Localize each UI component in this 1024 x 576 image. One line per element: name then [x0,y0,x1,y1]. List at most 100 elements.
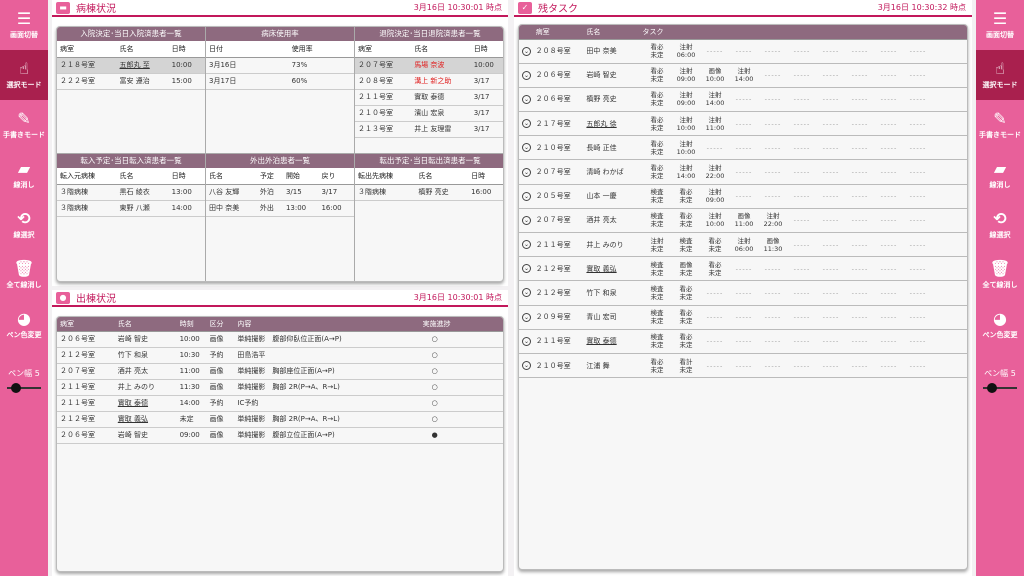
task-item[interactable]: 看必 未定 [643,358,672,374]
task-row[interactable]: ⌄ ２０７号室 酒井 亮太 検査 未定看必 未定注射 10:00画像 11:00注射 22:00… [519,208,967,234]
slider-knob[interactable] [11,383,21,393]
task-item[interactable]: 注射 22:00 [759,212,788,228]
table-row[interactable]: ３階病棟 黒石 綾衣 13:00 [57,184,205,201]
table-row[interactable]: 3月16日 73% [206,57,354,74]
task-row[interactable]: ⌄ ２０５号室 山本 一慶 検査 未定看必 未定注射 09:00 ‐‐‐‐‐ ‐‐‐‐‐ ‐‐‐‐… [519,184,967,209]
toolbar-button-palette[interactable]: ◕ ペン色変更 [0,300,48,350]
table-row[interactable]: ３階病棟 槙野 亮史 16:00 [355,184,503,201]
task-item[interactable]: 看必 未定 [643,140,672,156]
chevron-down-icon[interactable]: ⌄ [522,143,531,153]
task-item[interactable]: 看必 未定 [643,164,672,180]
task-item[interactable]: 看計 未定 [672,358,701,374]
toolbar-button-pen[interactable]: ✎ 手書きモード [0,100,48,150]
chevron-down-icon[interactable]: ⌄ [522,312,531,322]
chevron-down-icon[interactable]: ⌄ [522,167,531,177]
task-item[interactable]: 看必 未定 [672,333,701,349]
task-item[interactable]: 看必 未定 [672,212,701,228]
toolbar-button-pointer[interactable]: ☝ 選択モード [0,50,48,100]
table-row[interactable]: ２０７号室 馬場 奈波 10:00 [355,57,503,74]
task-item[interactable]: 検査 未定 [643,261,672,277]
chevron-down-icon[interactable]: ⌄ [522,70,531,80]
chevron-down-icon[interactable]: ⌄ [522,119,531,129]
task-row[interactable]: ⌄ ２１１号室 實取 泰德 検査 未定看必 未定 ‐‐‐‐‐ ‐‐‐‐‐ ‐‐‐‐‐ ‐‐‐‐‐ ‐… [519,329,967,354]
task-item[interactable]: 注射 14:00 [701,91,730,107]
toolbar-button-palette[interactable]: ◕ ペン色変更 [976,300,1024,350]
task-row[interactable]: ⌄ ２１２号室 實取 義弘 検査 未定画像 未定看必 未定 ‐‐‐‐‐ ‐‐‐‐‐ ‐‐‐‐‐ ‐‐… [519,256,967,282]
pen-width-slider[interactable] [983,383,1017,393]
task-item[interactable]: 注射 未定 [643,237,672,253]
table-row[interactable]: 田中 奈美 外出 13:00 16:00 [206,200,354,217]
table-row[interactable]: 3月17日 60% [206,73,354,90]
task-item[interactable]: 画像 11:00 [730,212,759,228]
table-row[interactable]: ２１２号室 實取 義弘 未定 画像 単純撮影 胸部 2R(P→A、R→L) ○ [57,411,503,428]
chevron-down-icon[interactable]: ⌄ [522,215,531,225]
task-item[interactable]: 看必 未定 [643,91,672,107]
task-item[interactable]: 看必 未定 [701,237,730,253]
chevron-down-icon[interactable]: ⌄ [522,336,531,346]
task-item[interactable]: 検査 未定 [643,333,672,349]
task-item[interactable]: 看必 未定 [672,188,701,204]
task-item[interactable]: 検査 未定 [643,188,672,204]
task-item[interactable]: 画像 11:30 [759,237,788,253]
table-row[interactable]: ２１１号室 井上 みのり 11:30 画像 単純撮影 胸部 2R(P→A、R→L) ○ [57,379,503,396]
table-row[interactable]: ２１３号室 井上 友理雷 3/17 [355,121,503,138]
table-row[interactable]: ２１２号室 竹下 和泉 10:30 予約 田島浩平 ○ [57,347,503,364]
task-item[interactable]: 画像 未定 [672,261,701,277]
toolbar-button-trash[interactable]: 🗑 全て線消し [0,250,48,300]
task-row[interactable]: ⌄ ２０６号室 岩崎 智史 看必 未定注射 09:00画像 10:00注射 14:00 ‐‐‐‐… [519,63,967,88]
task-item[interactable]: 注射 10:00 [672,140,701,156]
toolbar-button-menu[interactable]: ☰ 画面切替 [976,0,1024,50]
task-row[interactable]: ⌄ ２１０号室 長崎 正佳 看必 未定注射 10:00 ‐‐‐‐‐ ‐‐‐‐‐ ‐‐‐‐‐ ‐‐‐… [519,135,967,161]
task-item[interactable]: 検査 未定 [643,285,672,301]
table-row[interactable]: ２０７号室 酒井 亮太 11:00 画像 単純撮影 胸部座位正面(A→P) ○ [57,363,503,380]
chevron-down-icon[interactable]: ⌄ [522,361,531,371]
task-item[interactable]: 画像 10:00 [701,67,730,83]
task-row[interactable]: ⌄ ２１０号室 江浦 舞看必 未定看計 未定 ‐‐‐‐‐ ‐‐‐‐‐ ‐‐‐‐‐ ‐‐‐‐‐ ‐‐… [519,353,967,379]
slider-knob[interactable] [987,383,997,393]
task-item[interactable]: 注射 06:00 [730,237,759,253]
table-row[interactable]: 八谷 友輝 外泊 3/15 3/17 [206,184,354,201]
toolbar-button-menu[interactable]: ☰ 画面切替 [0,0,48,50]
task-row[interactable]: ⌄ ２１７号室 五郎丸 徐看必 未定注射 10:00注射 11:00 ‐‐‐‐‐ ‐‐‐‐‐ ‐… [519,111,967,137]
table-row[interactable]: ２１０号室 濱山 宏泉 3/17 [355,105,503,122]
task-row[interactable]: ⌄ ２１１号室 井上 みのり 注射 未定検査 未定看必 未定注射 06:00画像 11:30 ‐‐… [519,232,967,258]
task-row[interactable]: ⌄ ２０７号室 清崎 わかば 看必 未定注射 14:00注射 22:00 ‐‐‐‐‐ ‐‐‐‐‐… [519,159,967,185]
toolbar-button-lasso[interactable]: ⟲ 線選択 [0,200,48,250]
task-item[interactable]: 注射 10:00 [701,212,730,228]
table-row[interactable]: ２０６号室 岩崎 智史 10:00 画像 単純撮影 腹部仰臥位正面(A→P) ○ [57,331,503,348]
table-row[interactable]: ２０８号室 溝上 新之助 3/17 [355,73,503,90]
task-item[interactable]: 注射 22:00 [701,164,730,180]
task-item[interactable]: 注射 11:00 [701,116,730,132]
chevron-down-icon[interactable]: ⌄ [522,191,531,201]
task-item[interactable]: 検査 未定 [643,309,672,325]
table-row[interactable]: ２２２号室 富安 遵治 15:00 [57,73,205,90]
toolbar-button-trash[interactable]: 🗑 全て線消し [976,250,1024,300]
toolbar-button-eraser[interactable]: ▰ 線消し [0,150,48,200]
task-item[interactable]: 検査 未定 [672,237,701,253]
task-item[interactable]: 看必 未定 [643,116,672,132]
chevron-down-icon[interactable]: ⌄ [522,240,531,250]
task-item[interactable]: 看必 未定 [643,67,672,83]
task-row[interactable]: ⌄ ２０９号室 青山 宏司 検査 未定看必 未定 ‐‐‐‐‐ ‐‐‐‐‐ ‐‐‐‐‐ ‐‐‐‐‐ ‐… [519,305,967,330]
task-row[interactable]: ⌄ ２０８号室 田中 奈美 看必 未定注射 06:00 ‐‐‐‐‐ ‐‐‐‐‐ ‐‐‐‐‐ ‐‐‐… [519,39,967,64]
task-item[interactable]: 看必 未定 [672,285,701,301]
task-item[interactable]: 注射 06:00 [672,43,701,59]
task-item[interactable]: 看必 未定 [672,309,701,325]
chevron-down-icon[interactable]: ⌄ [522,46,531,56]
chevron-down-icon[interactable]: ⌄ [522,264,531,274]
toolbar-button-pen[interactable]: ✎ 手書きモード [976,100,1024,150]
toolbar-button-pointer[interactable]: ☝ 選択モード [976,50,1024,100]
task-item[interactable]: 看必 未定 [643,43,672,59]
task-row[interactable]: ⌄ ２０６号室 槙野 亮史 看必 未定注射 09:00注射 14:00 ‐‐‐‐‐ ‐‐‐‐‐ ‐… [519,87,967,113]
table-row[interactable]: ２１８号室 五郎丸 至 10:00 [57,57,205,74]
task-item[interactable]: 看必 未定 [701,261,730,277]
task-item[interactable]: 検査 未定 [643,212,672,228]
task-item[interactable]: 注射 09:00 [701,188,730,204]
task-item[interactable]: 注射 09:00 [672,91,701,107]
toolbar-button-eraser[interactable]: ▰ 線消し [976,150,1024,200]
table-row[interactable]: ３階病棟 東野 八瀬 14:00 [57,200,205,217]
table-row[interactable]: ２１１号室 實取 泰德 3/17 [355,89,503,106]
task-item[interactable]: 注射 14:00 [672,164,701,180]
toolbar-button-lasso[interactable]: ⟲ 線選択 [976,200,1024,250]
task-item[interactable]: 注射 09:00 [672,67,701,83]
